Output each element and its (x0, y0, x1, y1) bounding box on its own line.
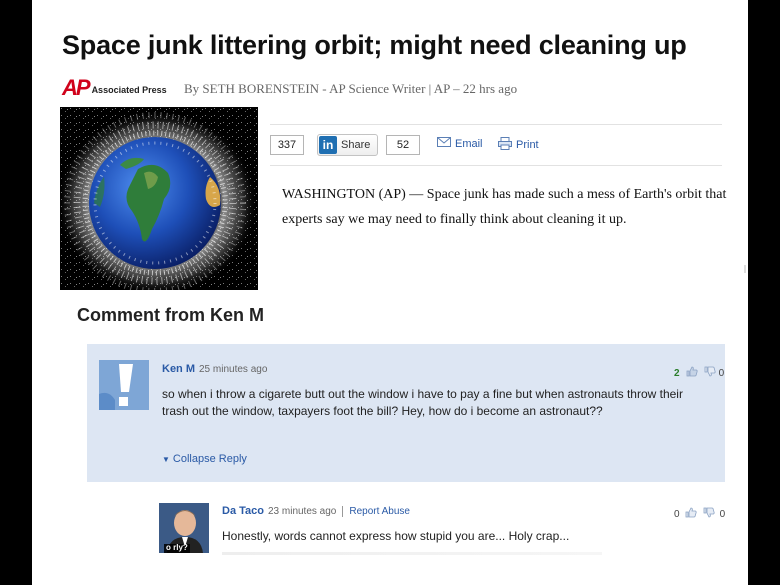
article-page: Space junk littering orbit; might need c… (32, 0, 748, 585)
comment-main: Ken M 25 minutes ago 2 0 so when i throw … (87, 344, 725, 482)
faded-divider (222, 552, 602, 555)
reply-timestamp: 23 minutes ago (267, 506, 337, 517)
reply-thumbs-up-count: 0 (674, 508, 680, 520)
thumbs-up-count: 2 (674, 367, 680, 379)
avatar[interactable] (99, 360, 149, 410)
collapse-reply-link[interactable]: ▼ Collapse Reply (162, 453, 247, 465)
ap-logo-text: Associated Press (91, 85, 167, 95)
thumbs-down-icon[interactable] (704, 366, 716, 380)
reply-author-name[interactable]: Da Taco (222, 505, 264, 517)
reply-author[interactable]: Da Taco 23 minutes ago Report Abuse (222, 505, 410, 517)
reply-text: Honestly, words cannot express how stupi… (222, 529, 570, 543)
collapse-reply-label: Collapse Reply (172, 453, 247, 465)
comment-votes: 2 0 (674, 366, 724, 380)
share-count-total: 337 (270, 135, 304, 155)
thumbs-up-icon[interactable] (686, 366, 698, 380)
email-label: Email (455, 137, 483, 150)
thumbs-down-icon[interactable] (703, 507, 715, 521)
share-button-label: Share (341, 139, 371, 151)
reply-avatar[interactable]: o rly? (159, 503, 209, 553)
email-link[interactable]: Email (437, 137, 483, 150)
printer-icon (498, 137, 512, 153)
comment-heading: Comment from Ken M (77, 305, 265, 325)
ap-logo-mark: AP (62, 75, 91, 100)
reply-votes: 0 0 (674, 507, 725, 521)
print-link[interactable]: Print (498, 137, 539, 153)
thumbs-down-count: 0 (718, 367, 725, 379)
byline-row: AP Associated Press By SETH BORENSTEIN -… (62, 75, 702, 100)
comment-author-name[interactable]: Ken M (162, 363, 195, 375)
comment-author[interactable]: Ken M 25 minutes ago (162, 363, 267, 375)
report-abuse-link[interactable]: Report Abuse (342, 506, 410, 517)
reply-thumbs-down-count: 0 (719, 508, 726, 520)
linkedin-share-button[interactable]: in Share (317, 134, 378, 156)
comment-text: so when i throw a cigarete butt out the … (162, 387, 683, 418)
article-headline: Space junk littering orbit; might need c… (62, 30, 687, 60)
earth-debris-image[interactable] (60, 107, 258, 290)
ap-logo[interactable]: AP Associated Press (62, 75, 167, 100)
comment-reply: o rly? Da Taco 23 minutes ago Report Abuse… (159, 497, 725, 577)
article-byline: By SETH BORENSTEIN - AP Science Writer |… (184, 81, 518, 96)
envelope-icon (437, 137, 451, 150)
linkedin-icon: in (319, 136, 337, 154)
share-toolbar: 337 in Share 52 Email Print (270, 124, 722, 166)
scroll-edge-mark (744, 265, 746, 273)
linkedin-share-count: 52 (386, 135, 420, 155)
thumbs-up-icon[interactable] (685, 507, 697, 521)
default-avatar-icon (99, 360, 149, 410)
comment-timestamp: 25 minutes ago (199, 364, 268, 375)
avatar-caption: o rly? (166, 543, 188, 552)
print-label: Print (516, 139, 539, 151)
earth-debris-graphic (60, 107, 258, 290)
caret-down-icon: ▼ (162, 455, 170, 464)
article-lead: WASHINGTON (AP) — Space junk has made su… (282, 187, 727, 227)
